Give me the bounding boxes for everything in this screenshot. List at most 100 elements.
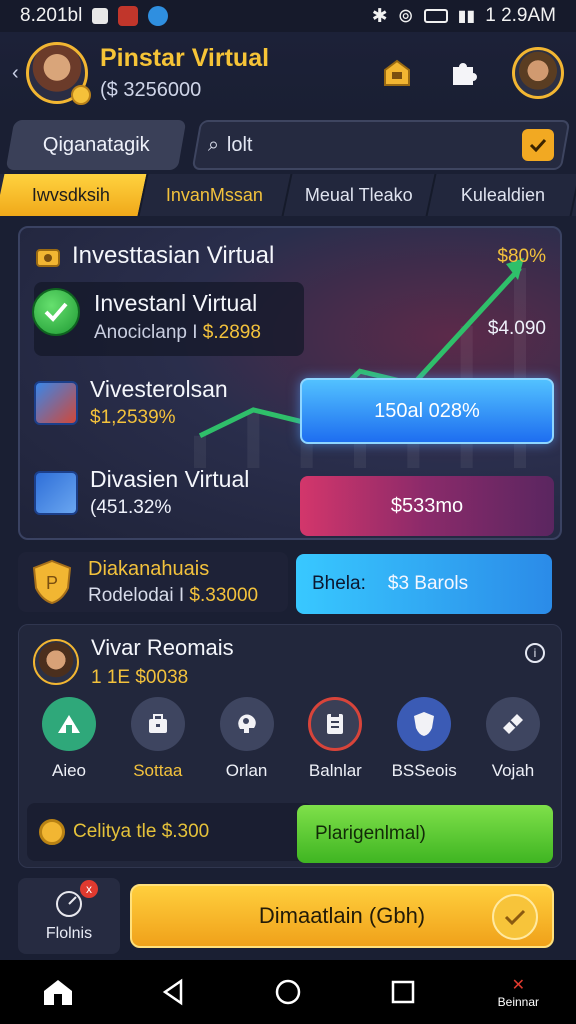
app-header: ‹ Pinstar Virtual ($ 3256000 (0, 32, 576, 114)
shortcut-item[interactable]: Orlan (205, 697, 289, 781)
primary-cta-button[interactable]: Dimaatlain (Gbh) (130, 884, 554, 948)
shortcut-item[interactable]: Sottaa (116, 697, 200, 781)
verified-title: Investanl Virtual (94, 290, 258, 316)
bonus-title: Diakanahuais (88, 557, 210, 580)
svg-text:P: P (46, 573, 58, 593)
home-icon (43, 980, 72, 1005)
tab-4[interactable]: Kulealdien (427, 174, 576, 216)
search-input[interactable]: ⌕ lolt (191, 120, 571, 170)
coin-balance[interactable]: Celitya tle $.300 (27, 803, 313, 861)
search-submit-button[interactable] (522, 129, 554, 161)
bonus-button[interactable]: Bhela: $3 Barols (296, 554, 552, 614)
list-item[interactable]: Vivesterolsan $1,2539% (34, 376, 228, 429)
home-circle-button[interactable] (258, 967, 318, 1017)
bonus-btn-value: $3 Barols (387, 573, 469, 594)
footer-left-button[interactable]: x Flolnis (18, 878, 120, 954)
browser-icon (148, 6, 169, 26)
alarm-icon: ⊚ (397, 5, 414, 27)
treasure-chest-icon[interactable] (380, 56, 414, 90)
verified-sub: Anociclanp I $.2898 (94, 322, 261, 344)
tab-3[interactable]: Meual Tleako (283, 174, 437, 216)
green-action-button[interactable]: Plarigenlmal) (297, 805, 553, 863)
gauge-icon (56, 891, 82, 917)
tab-2[interactable]: InvanMssan (139, 174, 293, 216)
tab-4-label: Kulealdien (460, 184, 546, 205)
pin-icon: ✕ (511, 977, 526, 994)
bonus-btn-label: Bhela: (312, 573, 366, 594)
shortcut-item[interactable]: Aieo (27, 697, 111, 781)
search-icon: ⌕ (208, 133, 220, 156)
nav-right-label: Beinnar (497, 995, 540, 1009)
tab-3-label: Meual Tleako (305, 184, 413, 205)
back-arrow-icon[interactable]: ‹ (12, 62, 26, 85)
tab-bar: Iwvsdksih InvanMssan Meual Tleako Kuleal… (0, 174, 576, 216)
cube-icon (34, 380, 78, 425)
app-title: Pinstar Virtual (100, 44, 270, 72)
box-icon (34, 470, 78, 515)
coin-text: Celitya tle $.300 (73, 821, 210, 842)
brand: Pinstar Virtual ($ 3256000 (100, 44, 269, 102)
shortcut-label: Sottaa (133, 761, 183, 780)
shortcut-item[interactable]: Balnlar (293, 697, 377, 781)
status-left-text: 8.201bl (20, 5, 83, 26)
extra-nav-button[interactable]: ✕ Beinnar (488, 967, 548, 1017)
footer-row: x Flolnis Dimaatlain (Gbh) (18, 878, 562, 954)
info-icon[interactable]: i (525, 643, 545, 663)
status-bar: 8.201bl ✱ ⊚ ▮▮ 1 2.9AM (0, 0, 576, 32)
puzzle-icon[interactable] (446, 56, 480, 90)
invest-blue-button[interactable]: 150al 028% (300, 378, 554, 444)
home-nav-button[interactable] (28, 967, 88, 1017)
tab-1[interactable]: Iwvsdksih (0, 174, 149, 216)
shortcut-label: BSSeois (391, 761, 457, 780)
check-icon (32, 288, 80, 336)
search-text: lolt (227, 133, 253, 156)
balance-text: ($ 3256000 (100, 79, 202, 101)
panel-header: Vivar Reomais 1 1E $0038 (33, 635, 234, 689)
item-2-title: Divasien Virtual (90, 466, 250, 492)
system-nav-bar: ✕ Beinnar (0, 960, 576, 1024)
back-nav-button[interactable] (143, 967, 203, 1017)
investment-card: Investtasian Virtual $80% Investanl Virt… (18, 226, 562, 540)
recents-nav-button[interactable] (373, 967, 433, 1017)
verified-sub-value: $.2898 (202, 322, 261, 343)
shield-icon (397, 697, 452, 751)
verified-box[interactable]: Investanl Virtual Anociclanp I $.2898 (32, 282, 304, 356)
cta-label: Dimaatlain (Gbh) (258, 903, 426, 928)
side-value: $4.090 (487, 318, 546, 339)
list-item[interactable]: Divasien Virtual (451.32% (34, 466, 249, 519)
coin-icon (71, 85, 91, 105)
panel-title: Vivar Reomais (91, 635, 234, 660)
card-header: Investtasian Virtual (34, 242, 274, 270)
tab-2-label: InvanMssan (166, 184, 264, 205)
chart-bar (247, 409, 260, 468)
tab-1-label: Iwvsdksih (31, 184, 111, 205)
panel-sub: 1 1E $0038 (91, 667, 189, 688)
shortcut-item[interactable]: BSSeois (382, 697, 466, 781)
bonus-sub: Rodelodai I $.33000 (88, 585, 258, 607)
shortcut-item[interactable]: Vojah (471, 697, 555, 781)
top-percentage: $80% (497, 246, 546, 267)
notification-badge: x (80, 880, 98, 898)
rewards-panel: Vivar Reomais 1 1E $0038 i Aieo Sottaa O… (18, 624, 562, 868)
item-1-title: Vivesterolsan (90, 376, 228, 402)
profile-avatar[interactable] (512, 47, 564, 99)
chart-bar (194, 435, 206, 468)
avatar[interactable] (26, 42, 91, 105)
category-chip[interactable]: Qiganatagik (5, 120, 187, 170)
shortcut-label: Balnlar (308, 761, 362, 780)
bonus-info[interactable]: P Diakanahuais Rodelodai I $.33000 (18, 552, 288, 612)
gold-coin-icon (39, 819, 65, 845)
bonus-row: P Diakanahuais Rodelodai I $.33000 Bhela… (18, 548, 562, 614)
home-up-icon (42, 697, 96, 751)
back-triangle-icon (162, 978, 183, 1006)
verified-sub-label: Anociclanp I (94, 322, 198, 343)
invest-pink-button[interactable]: $533mo (300, 476, 554, 536)
shortcut-label: Vojah (491, 761, 535, 780)
bluetooth-icon: ✱ (371, 5, 388, 27)
shortcut-label: Orlan (225, 761, 268, 780)
brain-icon (219, 697, 274, 751)
item-1-value: $1,2539% (90, 407, 176, 428)
avatar[interactable] (33, 639, 79, 685)
card-title: Investtasian Virtual (72, 242, 275, 269)
search-row: Qiganatagik ⌕ lolt (5, 120, 571, 170)
